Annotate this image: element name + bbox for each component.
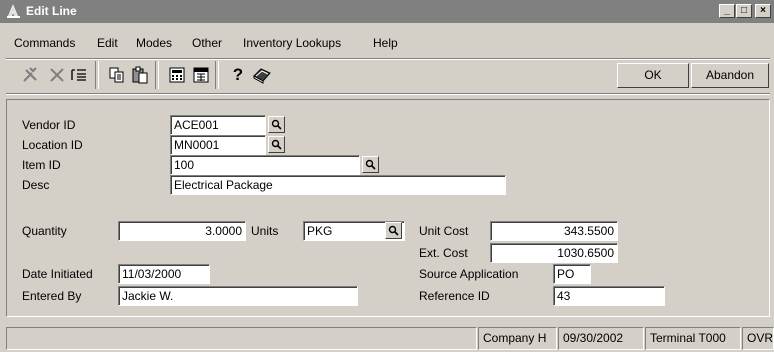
status-terminal: Terminal T000: [645, 327, 741, 350]
desc-field[interactable]: Electrical Package: [170, 175, 506, 195]
reference-id-label: Reference ID: [419, 289, 490, 303]
menu-bar: Commands Edit Modes Other Inventory Look…: [0, 23, 774, 56]
ext-cost-label: Ext. Cost: [419, 246, 468, 260]
delete-icon[interactable]: [46, 64, 68, 86]
location-lookup-button[interactable]: [268, 136, 285, 153]
item-lookup-button[interactable]: [362, 156, 379, 173]
calendar-icon[interactable]: [190, 64, 212, 86]
toolbar-bottom-rule-highlight: [6, 94, 770, 95]
quantity-field[interactable]: 3.0000: [118, 221, 246, 241]
search-icon: [271, 139, 282, 150]
list-icon[interactable]: [68, 64, 90, 86]
vendor-id-label: Vendor ID: [22, 118, 76, 132]
entered-by-label: Entered By: [22, 289, 82, 303]
vendor-id-field[interactable]: ACE001: [170, 115, 266, 135]
form-panel: [6, 99, 770, 317]
source-application-field[interactable]: PO: [553, 264, 591, 284]
quantity-label: Quantity: [22, 224, 67, 238]
ext-cost-field[interactable]: 1030.6500: [490, 243, 618, 263]
item-id-field[interactable]: 100: [170, 155, 360, 175]
app-icon: [7, 4, 20, 18]
calculator-icon[interactable]: [166, 64, 188, 86]
help-icon[interactable]: ?: [227, 64, 249, 86]
date-initiated-label: Date Initiated: [22, 267, 93, 281]
source-application-label: Source Application: [419, 267, 519, 281]
paste-icon[interactable]: [129, 64, 151, 86]
ok-button[interactable]: OK: [617, 63, 689, 88]
window-title: Edit Line: [26, 4, 77, 18]
maximize-button[interactable]: □: [736, 4, 752, 18]
status-message: [6, 327, 477, 350]
item-id-label: Item ID: [22, 158, 61, 172]
unit-cost-field[interactable]: 343.5500: [490, 221, 618, 241]
status-mode: OVR: [742, 327, 774, 350]
minimize-button[interactable]: _: [719, 4, 735, 18]
search-icon: [388, 225, 399, 236]
toolbar-separator: [155, 61, 159, 89]
menu-help[interactable]: Help: [373, 36, 398, 50]
desc-label: Desc: [22, 178, 50, 192]
status-company: Company H: [478, 327, 557, 350]
units-lookup-button[interactable]: [385, 222, 402, 239]
location-id-field[interactable]: MN0001: [170, 135, 266, 155]
menu-commands[interactable]: Commands: [14, 36, 75, 50]
close-button[interactable]: ×: [755, 4, 771, 18]
toolbar-separator: [95, 61, 99, 89]
menu-inventory-lookups[interactable]: Inventory Lookups: [243, 36, 341, 50]
toolbar-separator: [215, 61, 219, 89]
reference-id-field[interactable]: 43: [553, 286, 665, 306]
menu-modes[interactable]: Modes: [136, 36, 172, 50]
location-id-label: Location ID: [22, 138, 83, 152]
toolbar-top-rule-highlight: [6, 59, 770, 60]
vendor-lookup-button[interactable]: [268, 116, 285, 133]
entered-by-field[interactable]: Jackie W.: [118, 286, 358, 306]
unit-cost-label: Unit Cost: [419, 224, 469, 238]
tools-icon[interactable]: [20, 64, 42, 86]
abandon-button[interactable]: Abandon: [691, 63, 769, 88]
units-label: Units: [251, 224, 279, 238]
menu-edit[interactable]: Edit: [97, 36, 118, 50]
status-date: 09/30/2002: [558, 327, 644, 350]
search-icon: [365, 159, 376, 170]
title-bar: Edit Line _ □ ×: [0, 0, 774, 23]
copy-icon[interactable]: [106, 64, 128, 86]
menu-other[interactable]: Other: [192, 36, 222, 50]
date-initiated-field[interactable]: 11/03/2000: [118, 264, 210, 284]
book-icon[interactable]: [251, 64, 273, 86]
search-icon: [271, 119, 282, 130]
